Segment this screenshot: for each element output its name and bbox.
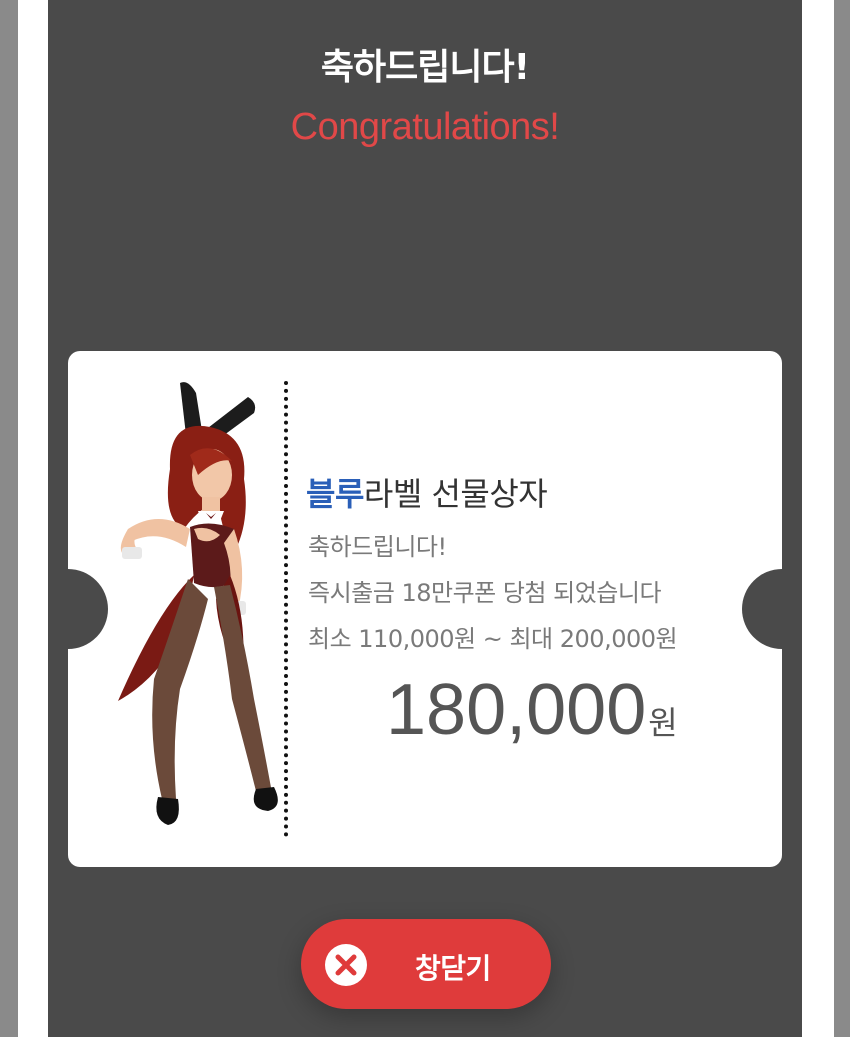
congrats-line: 축하드립니다! bbox=[308, 533, 447, 561]
ticket-notch-right bbox=[742, 569, 782, 649]
prize-amount: 180,000원 bbox=[386, 669, 678, 751]
modal-title-english: Congratulations! bbox=[290, 106, 560, 148]
prize-amount-value: 180,000 bbox=[386, 670, 647, 750]
prize-amount-unit: 원 bbox=[648, 705, 678, 741]
ticket-perforation-line bbox=[284, 381, 288, 837]
close-button-label: 창닫기 bbox=[415, 952, 491, 985]
gift-box-title-rest: 라벨 선물상자 bbox=[363, 475, 548, 513]
gift-box-title-highlight: 블루 bbox=[306, 475, 364, 513]
modal-title-korean: 축하드립니다! bbox=[320, 47, 530, 88]
close-icon bbox=[325, 944, 367, 986]
bunny-girl-image bbox=[118, 382, 278, 825]
amount-range-line: 최소 110,000원 ~ 최대 200,000원 bbox=[308, 625, 678, 653]
close-window-button[interactable]: 창닫기 bbox=[301, 919, 551, 1009]
gift-box-title: 블루라벨 선물상자 bbox=[306, 469, 548, 515]
gift-ticket-card: 블루라벨 선물상자 축하드립니다! 즉시출금 18만쿠폰 당첨 되었습니다 최소… bbox=[68, 351, 782, 867]
coupon-won-line: 즉시출금 18만쿠폰 당첨 되었습니다 bbox=[308, 579, 662, 607]
character-illustration bbox=[98, 379, 288, 845]
